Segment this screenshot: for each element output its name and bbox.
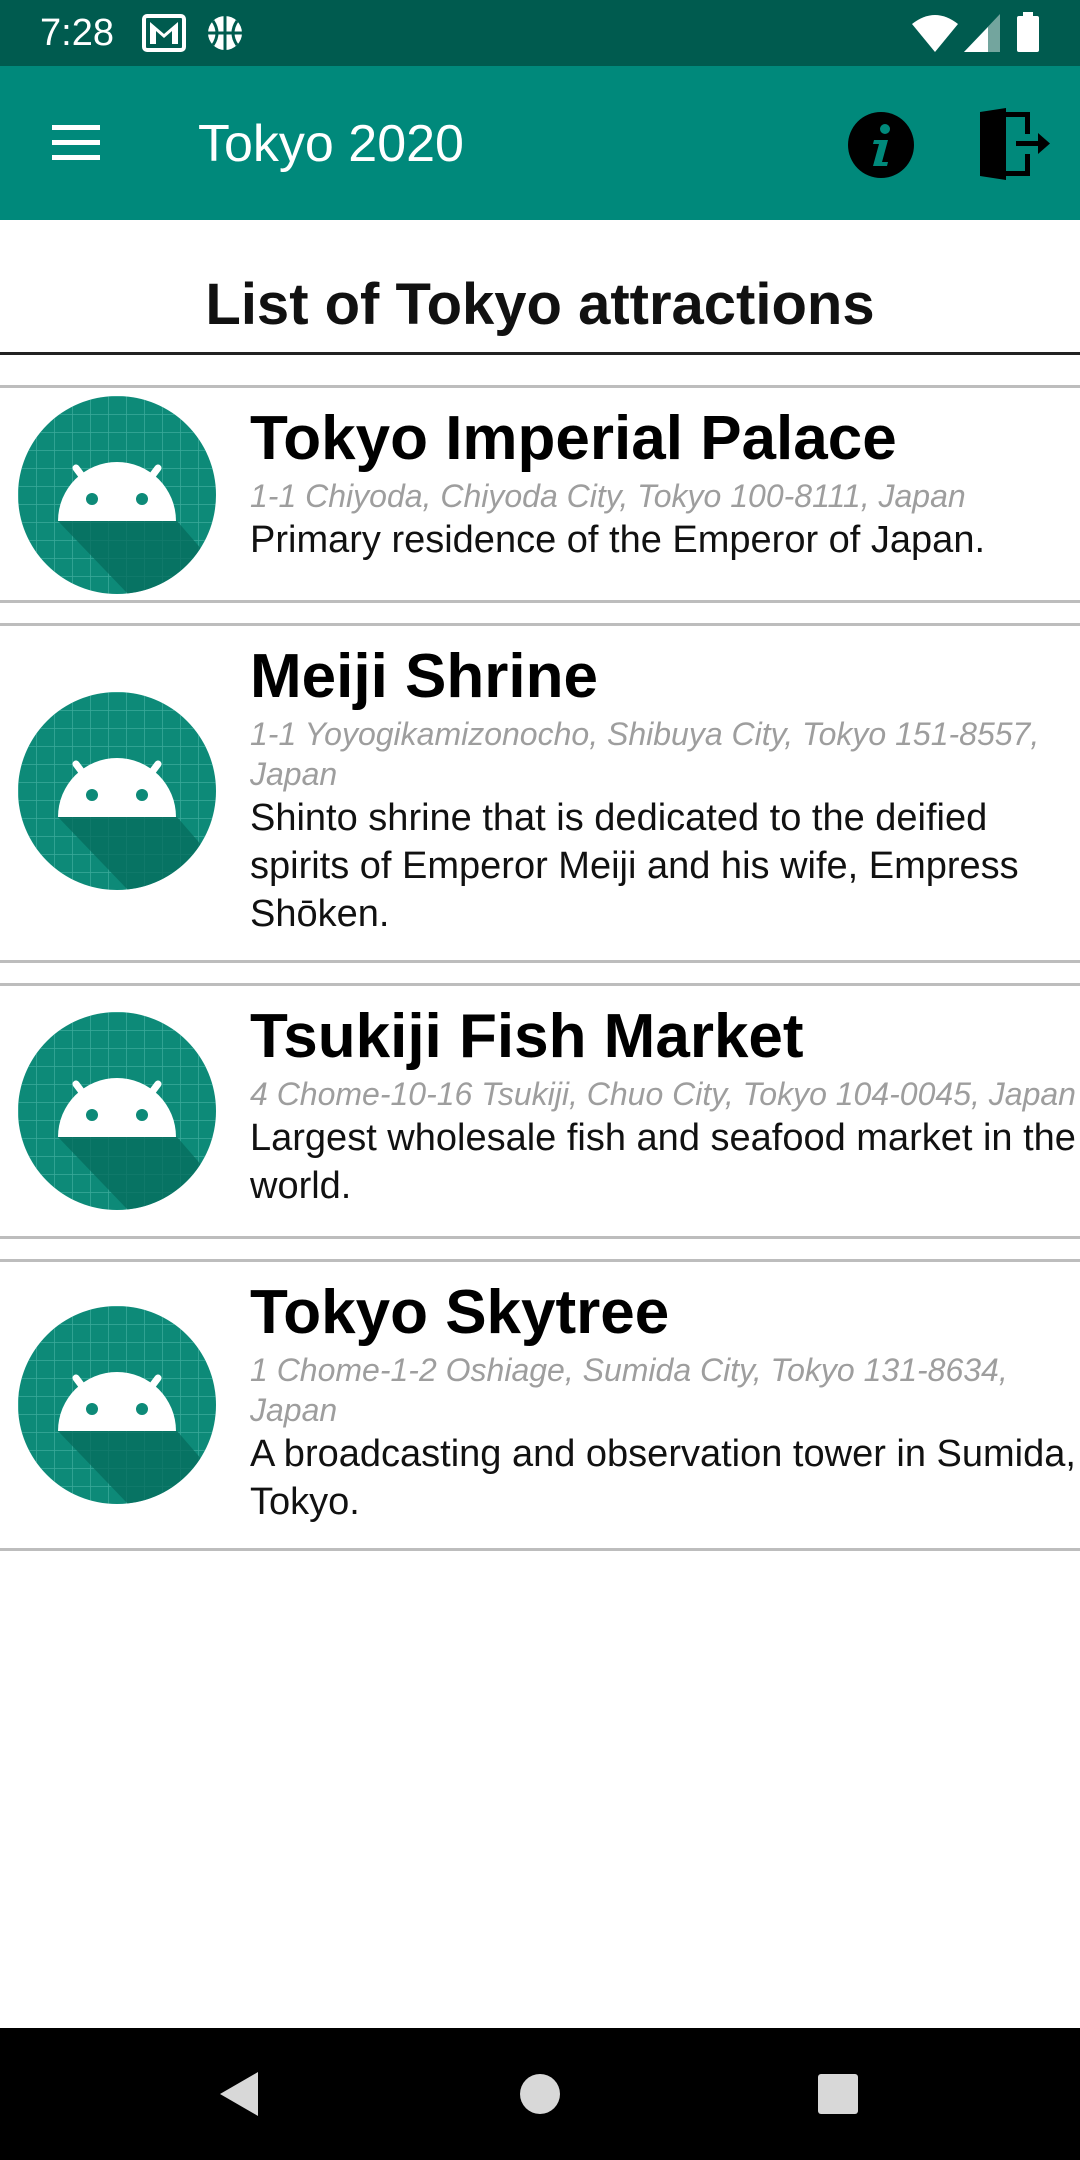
navigation-bar xyxy=(0,2028,1080,2160)
info-button[interactable] xyxy=(846,110,916,180)
recents-button[interactable] xyxy=(806,2062,870,2126)
attraction-name: Tokyo Skytree xyxy=(250,1278,670,1347)
info-icon xyxy=(846,112,916,184)
list-item[interactable]: Tokyo Imperial Palace 1-1 Chiyoda, Chiyo… xyxy=(0,388,1080,600)
android-icon xyxy=(18,1012,216,1210)
battery-icon xyxy=(1016,12,1040,57)
attraction-description: Largest wholesale fish and seafood marke… xyxy=(250,1117,1076,1207)
exit-button[interactable] xyxy=(976,106,1056,182)
gmail-icon xyxy=(142,14,186,57)
attraction-description: Shinto shrine that is dedicated to the d… xyxy=(250,797,1019,935)
attraction-description: Primary residence of the Emperor of Japa… xyxy=(250,519,986,561)
item-divider xyxy=(0,1548,1080,1551)
list-item[interactable]: Meiji Shrine 1-1 Yoyogikamizonocho, Shib… xyxy=(0,626,1080,960)
android-icon xyxy=(18,1306,216,1504)
attraction-name: Tokyo Imperial Palace xyxy=(250,404,897,473)
status-bar: 7:28 xyxy=(0,0,1080,66)
menu-icon xyxy=(36,125,116,177)
app-title: Tokyo 2020 xyxy=(198,115,464,173)
attraction-address: 4 Chome-10-16 Tsukiji, Chuo City, Tokyo … xyxy=(250,1076,1076,1112)
android-icon xyxy=(18,396,216,594)
basketball-icon xyxy=(206,14,244,57)
attraction-address: 1-1 Yoyogikamizonocho, Shibuya City, Tok… xyxy=(250,716,1040,792)
page-title: List of Tokyo attractions xyxy=(205,272,875,337)
android-icon xyxy=(18,692,216,890)
attraction-name: Meiji Shrine xyxy=(250,642,598,711)
status-time: 7:28 xyxy=(40,12,114,54)
attraction-description: A broadcasting and observation tower in … xyxy=(250,1433,1076,1523)
back-icon xyxy=(206,2072,270,2130)
app-bar: Tokyo 2020 xyxy=(0,66,1080,220)
exit-icon xyxy=(976,108,1056,186)
signal-icon xyxy=(964,14,1000,57)
menu-button[interactable] xyxy=(36,113,116,173)
attractions-list: Tokyo Imperial Palace 1-1 Chiyoda, Chiyo… xyxy=(0,355,1080,1551)
wifi-icon xyxy=(912,14,958,57)
home-icon xyxy=(508,2074,572,2130)
back-button[interactable] xyxy=(206,2062,270,2126)
recents-icon xyxy=(806,2074,870,2130)
app-screen: 7:28 Tokyo 2020 List of Tokyo attraction… xyxy=(0,0,1080,2160)
home-button[interactable] xyxy=(508,2062,572,2126)
attraction-address: 1 Chome-1-2 Oshiage, Sumida City, Tokyo … xyxy=(250,1352,1008,1428)
attraction-address: 1-1 Chiyoda, Chiyoda City, Tokyo 100-811… xyxy=(250,478,966,514)
list-item[interactable]: Tsukiji Fish Market 4 Chome-10-16 Tsukij… xyxy=(0,986,1080,1236)
attraction-name: Tsukiji Fish Market xyxy=(250,1002,804,1071)
list-item[interactable]: Tokyo Skytree 1 Chome-1-2 Oshiage, Sumid… xyxy=(0,1262,1080,1548)
